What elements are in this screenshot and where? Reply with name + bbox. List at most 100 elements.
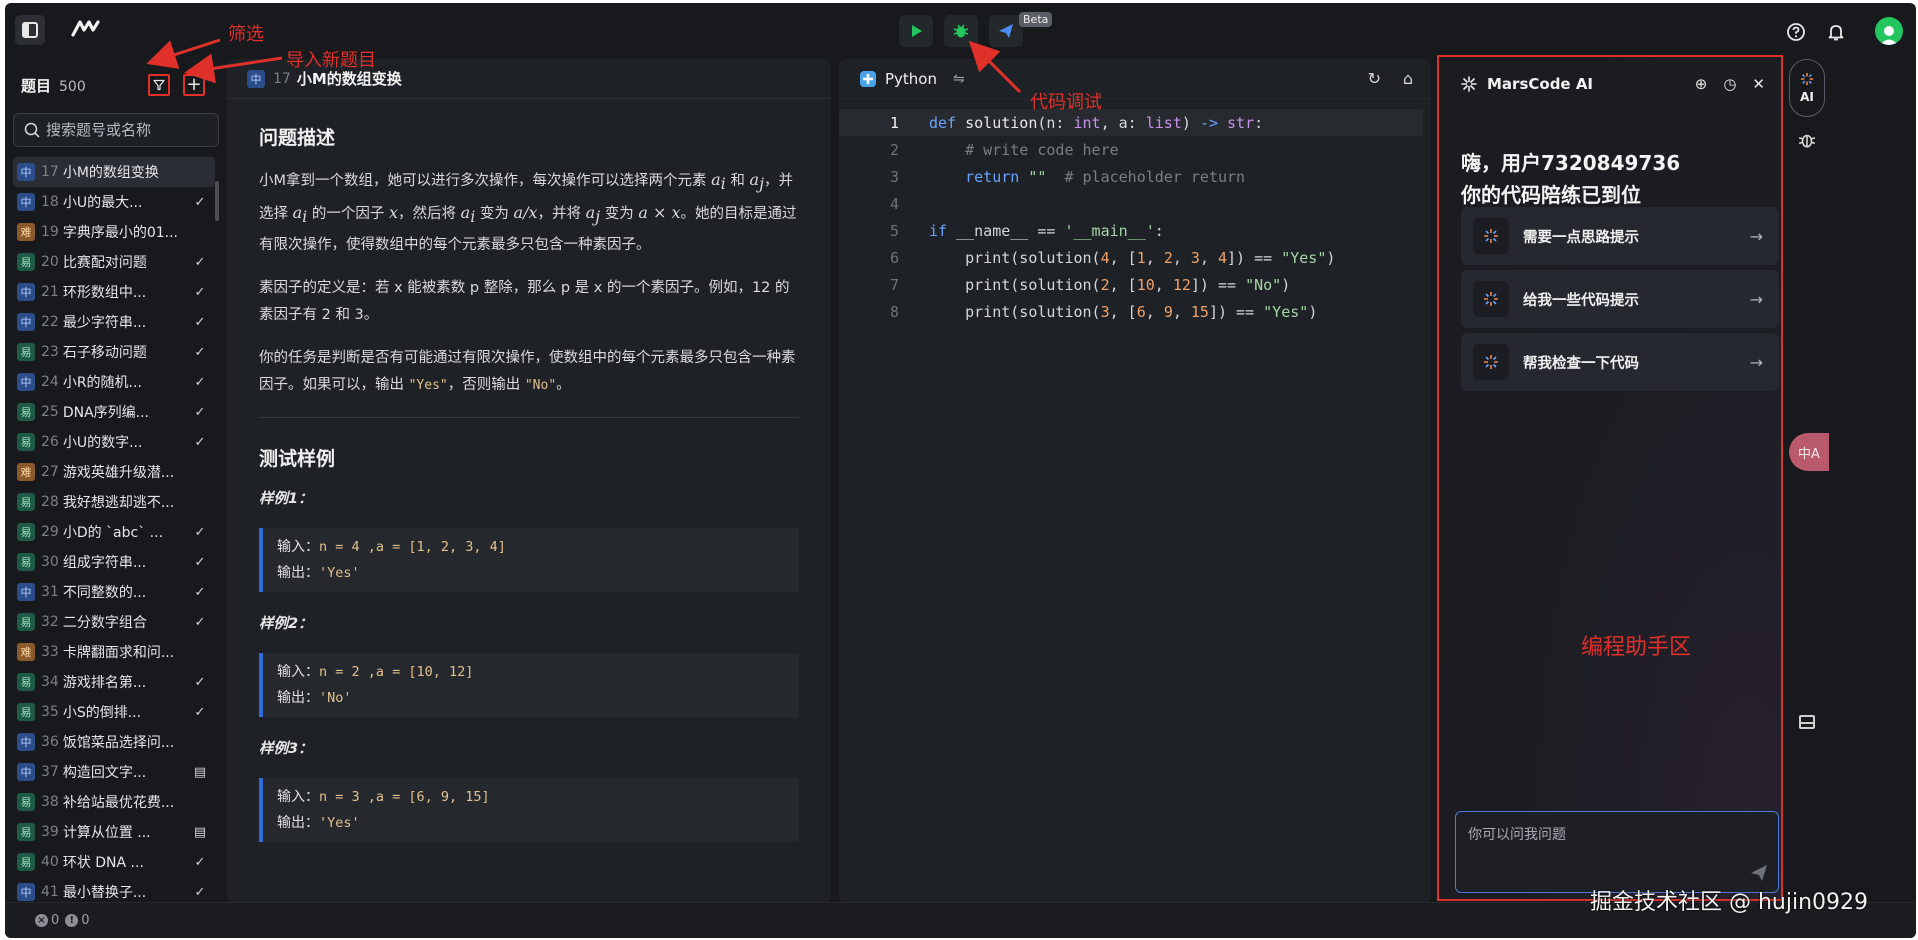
submit-button[interactable] [989, 15, 1023, 47]
problem-title: 构造回文字... [62, 765, 147, 781]
arrow-right-icon: → [1749, 226, 1763, 246]
problem-list-item[interactable]: 易 25 DNA序列编... ✓ [13, 397, 215, 427]
problem-list-item[interactable]: 易 38 补给站最优花费... [13, 787, 215, 817]
history-icon[interactable]: ◷ [1723, 75, 1736, 93]
sidebar-scrollbar[interactable] [215, 181, 219, 221]
suggestion-code-button[interactable]: 给我一些代码提示 → [1461, 270, 1779, 328]
problem-list-item[interactable]: 易 26 小U的数字... ✓ [13, 427, 215, 457]
problem-number: 29 [41, 524, 59, 540]
problem-title: 组成字符串... [62, 555, 147, 571]
problem-list-item[interactable]: 中 37 构造回文字... ▤ [13, 757, 215, 787]
problem-list-item[interactable]: 易 39 计算从位置 ... ▤ [13, 817, 215, 847]
sample-title: 样例3： [259, 740, 313, 757]
difficulty-badge: 易 [17, 553, 35, 571]
problem-title: 比赛配对问题 [62, 255, 147, 271]
problem-list-item[interactable]: 中 18 小U的最大... ✓ [13, 187, 215, 217]
problem-number: 33 [41, 644, 59, 660]
translate-button[interactable]: 中A [1789, 433, 1829, 471]
problem-title: 环状 DNA ... [62, 855, 144, 871]
problem-title: 卡牌翻面求和问... [62, 645, 175, 661]
sidebar-toggle-button[interactable] [15, 15, 45, 45]
output-label: 输出： [277, 564, 319, 581]
assistant-input[interactable] [1456, 812, 1778, 892]
problem-number: 39 [41, 824, 59, 840]
problem-list-item[interactable]: 易 32 二分数字组合 ✓ [13, 607, 215, 637]
status-icon: ✓ [194, 344, 206, 360]
status-icon: ✓ [194, 434, 206, 450]
problem-list-item[interactable]: 易 34 游戏排名第... ✓ [13, 667, 215, 697]
assistant-input-box[interactable] [1455, 811, 1779, 893]
problem-list-item[interactable]: 易 28 我好想逃却逃不... [13, 487, 215, 517]
problem-list-item[interactable]: 中 22 最少字符串... ✓ [13, 307, 215, 337]
problem-list-item[interactable]: 中 17 小M的数组变换 [13, 157, 215, 187]
suggestion-hint-button[interactable]: 需要一点思路提示 → [1461, 207, 1779, 265]
sample-block: 输入：n = 4 ,a = [1, 2, 3, 4] 输出：'Yes' [259, 527, 799, 592]
problem-number: 35 [41, 704, 59, 720]
plus-icon: + [186, 74, 202, 95]
problem-number: 28 [41, 494, 59, 510]
bug-icon[interactable] [1798, 131, 1816, 154]
problem-list-item[interactable]: 难 33 卡牌翻面求和问... [13, 637, 215, 667]
status-icon: ✓ [194, 404, 206, 420]
assistant-greeting: 嗨，用户7320849736 你的代码陪练已到位 [1461, 151, 1681, 207]
run-button[interactable] [899, 15, 933, 47]
problem-list-item[interactable]: 易 29 小D的 `abc` ... ✓ [13, 517, 215, 547]
help-button[interactable] [1785, 21, 1807, 43]
problem-list-item[interactable]: 易 20 比赛配对问题 ✓ [13, 247, 215, 277]
problem-number: 25 [41, 404, 59, 420]
debug-button[interactable] [944, 15, 978, 47]
arrow-right-icon: → [1749, 352, 1763, 372]
problem-title: 最少字符串... [62, 315, 147, 331]
format-code-icon[interactable]: ⌂ [1403, 69, 1413, 88]
problem-list-item[interactable]: 易 30 组成字符串... ✓ [13, 547, 215, 577]
problem-list-item[interactable]: 易 40 环状 DNA ... ✓ [13, 847, 215, 877]
sample-input: n = 4 ,a = [1, 2, 3, 4] [319, 538, 506, 555]
problem-list-item[interactable]: 难 19 字典序最小的01... [13, 217, 215, 247]
problem-list-item[interactable]: 易 23 石子移动问题 ✓ [13, 337, 215, 367]
code-area[interactable]: 1 def solution(n: int, a: list) -> str: 2… [839, 109, 1431, 325]
suggestion-check-button[interactable]: 帮我检查一下代码 → [1461, 333, 1779, 391]
notification-button[interactable] [1825, 21, 1847, 43]
problem-list-item[interactable]: 难 27 游戏英雄升级潜... [13, 457, 215, 487]
difficulty-badge: 中 [17, 373, 35, 391]
status-icon: ✓ [194, 524, 206, 540]
layout-icon[interactable] [1799, 715, 1815, 729]
new-chat-icon[interactable]: ⊕ [1695, 75, 1708, 93]
problem-title: 补给站最优花费... [62, 795, 175, 811]
user-avatar[interactable] [1875, 17, 1903, 45]
sparkle-icon [1473, 344, 1509, 380]
problem-list-item[interactable]: 中 31 不同整数的... ✓ [13, 577, 215, 607]
search-input[interactable] [46, 121, 206, 139]
swap-language-icon[interactable]: ⇋ [953, 71, 965, 87]
difficulty-badge: 中 [17, 283, 35, 301]
close-icon[interactable]: ✕ [1752, 75, 1765, 93]
code-line: 3 return "" # placeholder return [889, 167, 1246, 186]
filter-annotation: 筛选 [228, 24, 264, 45]
difficulty-badge: 中 [17, 583, 35, 601]
filter-button[interactable] [148, 74, 170, 96]
add-problem-button[interactable]: + [183, 74, 205, 96]
ai-toggle-button[interactable]: AI [1789, 59, 1825, 117]
status-icon: ✓ [194, 584, 206, 600]
language-selector[interactable]: Python [885, 70, 937, 88]
description-paragraph-1: 小M拿到一个数组，她可以进行多次操作，每次操作可以选择两个元素 ai 和 aj，… [259, 170, 797, 253]
app-window: Beta 题目500 + 中17小M的数组变换中18小U的最大...✓难19字典… [5, 3, 1916, 938]
problem-title: 小R的随机... [62, 375, 142, 391]
problem-list-item[interactable]: 中 21 环形数组中... ✓ [13, 277, 215, 307]
error-icon: × [35, 914, 48, 927]
problem-title: 计算从位置 ... [62, 825, 151, 841]
section-divider [259, 416, 799, 418]
tests-heading: 测试样例 [259, 447, 336, 470]
code-line: 8 print(solution(3, [6, 9, 15]) == "Yes"… [889, 302, 1318, 321]
problem-list-item[interactable]: 中 36 饭馆菜品选择问... [13, 727, 215, 757]
problem-list-item[interactable]: 中 24 小R的随机... ✓ [13, 367, 215, 397]
problem-list-item[interactable]: 易 35 小S的倒排... ✓ [13, 697, 215, 727]
problem-number: 30 [41, 554, 59, 570]
problem-title: 游戏排名第... [62, 675, 147, 691]
difficulty-badge: 中 [17, 763, 35, 781]
problem-search-box[interactable] [13, 113, 219, 147]
send-message-icon[interactable] [1750, 864, 1768, 882]
reset-code-icon[interactable]: ↻ [1368, 69, 1381, 88]
problem-number: 40 [41, 854, 59, 870]
problem-count: 500 [59, 79, 86, 95]
